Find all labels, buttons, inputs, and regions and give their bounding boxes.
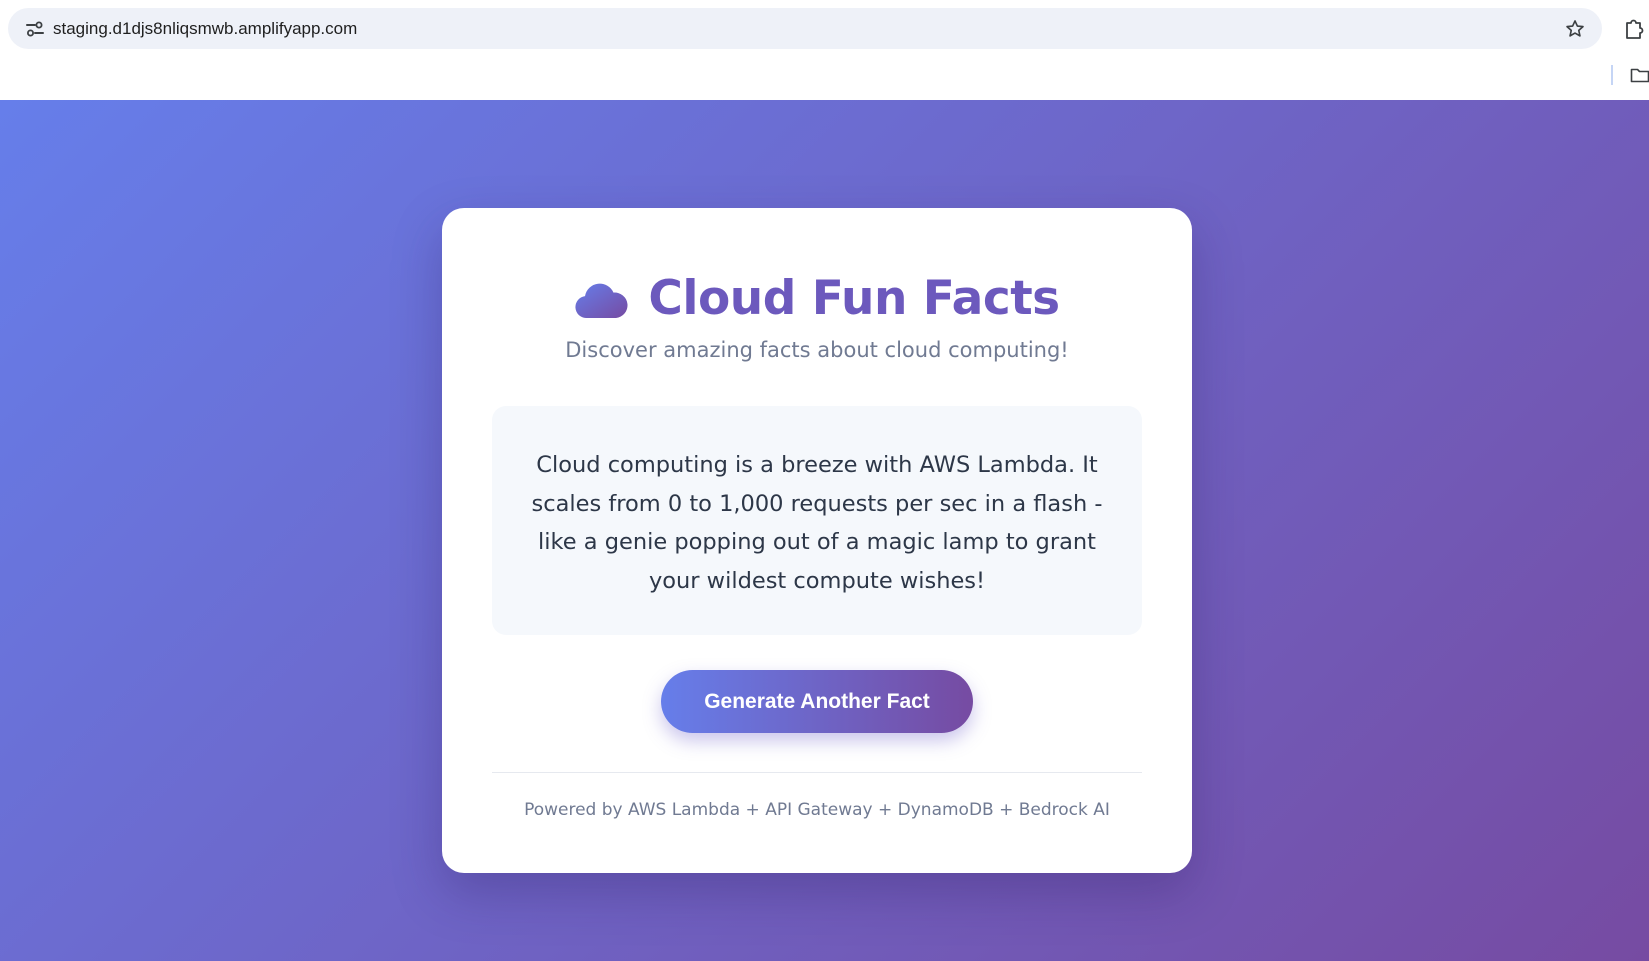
extensions-icon[interactable] [1624,16,1646,40]
page-background: Cloud Fun Facts Discover amazing facts a… [0,100,1649,961]
site-info-icon[interactable] [26,20,44,38]
fact-box: Cloud computing is a breeze with AWS Lam… [492,406,1142,635]
cloud-icon [575,283,628,318]
star-icon[interactable] [1564,18,1586,40]
fact-text: Cloud computing is a breeze with AWS Lam… [531,452,1103,594]
page-title: Cloud Fun Facts [648,270,1060,326]
address-bar[interactable]: staging.d1djs8nliqsmwb.amplifyapp.com [8,8,1602,49]
title-row: Cloud Fun Facts [442,263,1192,333]
subtitle: Discover amazing facts about cloud compu… [565,338,1069,362]
folder-icon[interactable] [1630,66,1649,84]
bookmark-divider [1611,65,1613,85]
generate-fact-button[interactable]: Generate Another Fact [661,670,973,733]
browser-toolbar: staging.d1djs8nliqsmwb.amplifyapp.com [0,0,1649,100]
url-text[interactable]: staging.d1djs8nliqsmwb.amplifyapp.com [53,18,357,40]
footer-text: Powered by AWS Lambda + API Gateway + Dy… [524,800,1110,820]
footer-divider [492,772,1142,773]
fact-card: Cloud Fun Facts Discover amazing facts a… [442,208,1192,873]
